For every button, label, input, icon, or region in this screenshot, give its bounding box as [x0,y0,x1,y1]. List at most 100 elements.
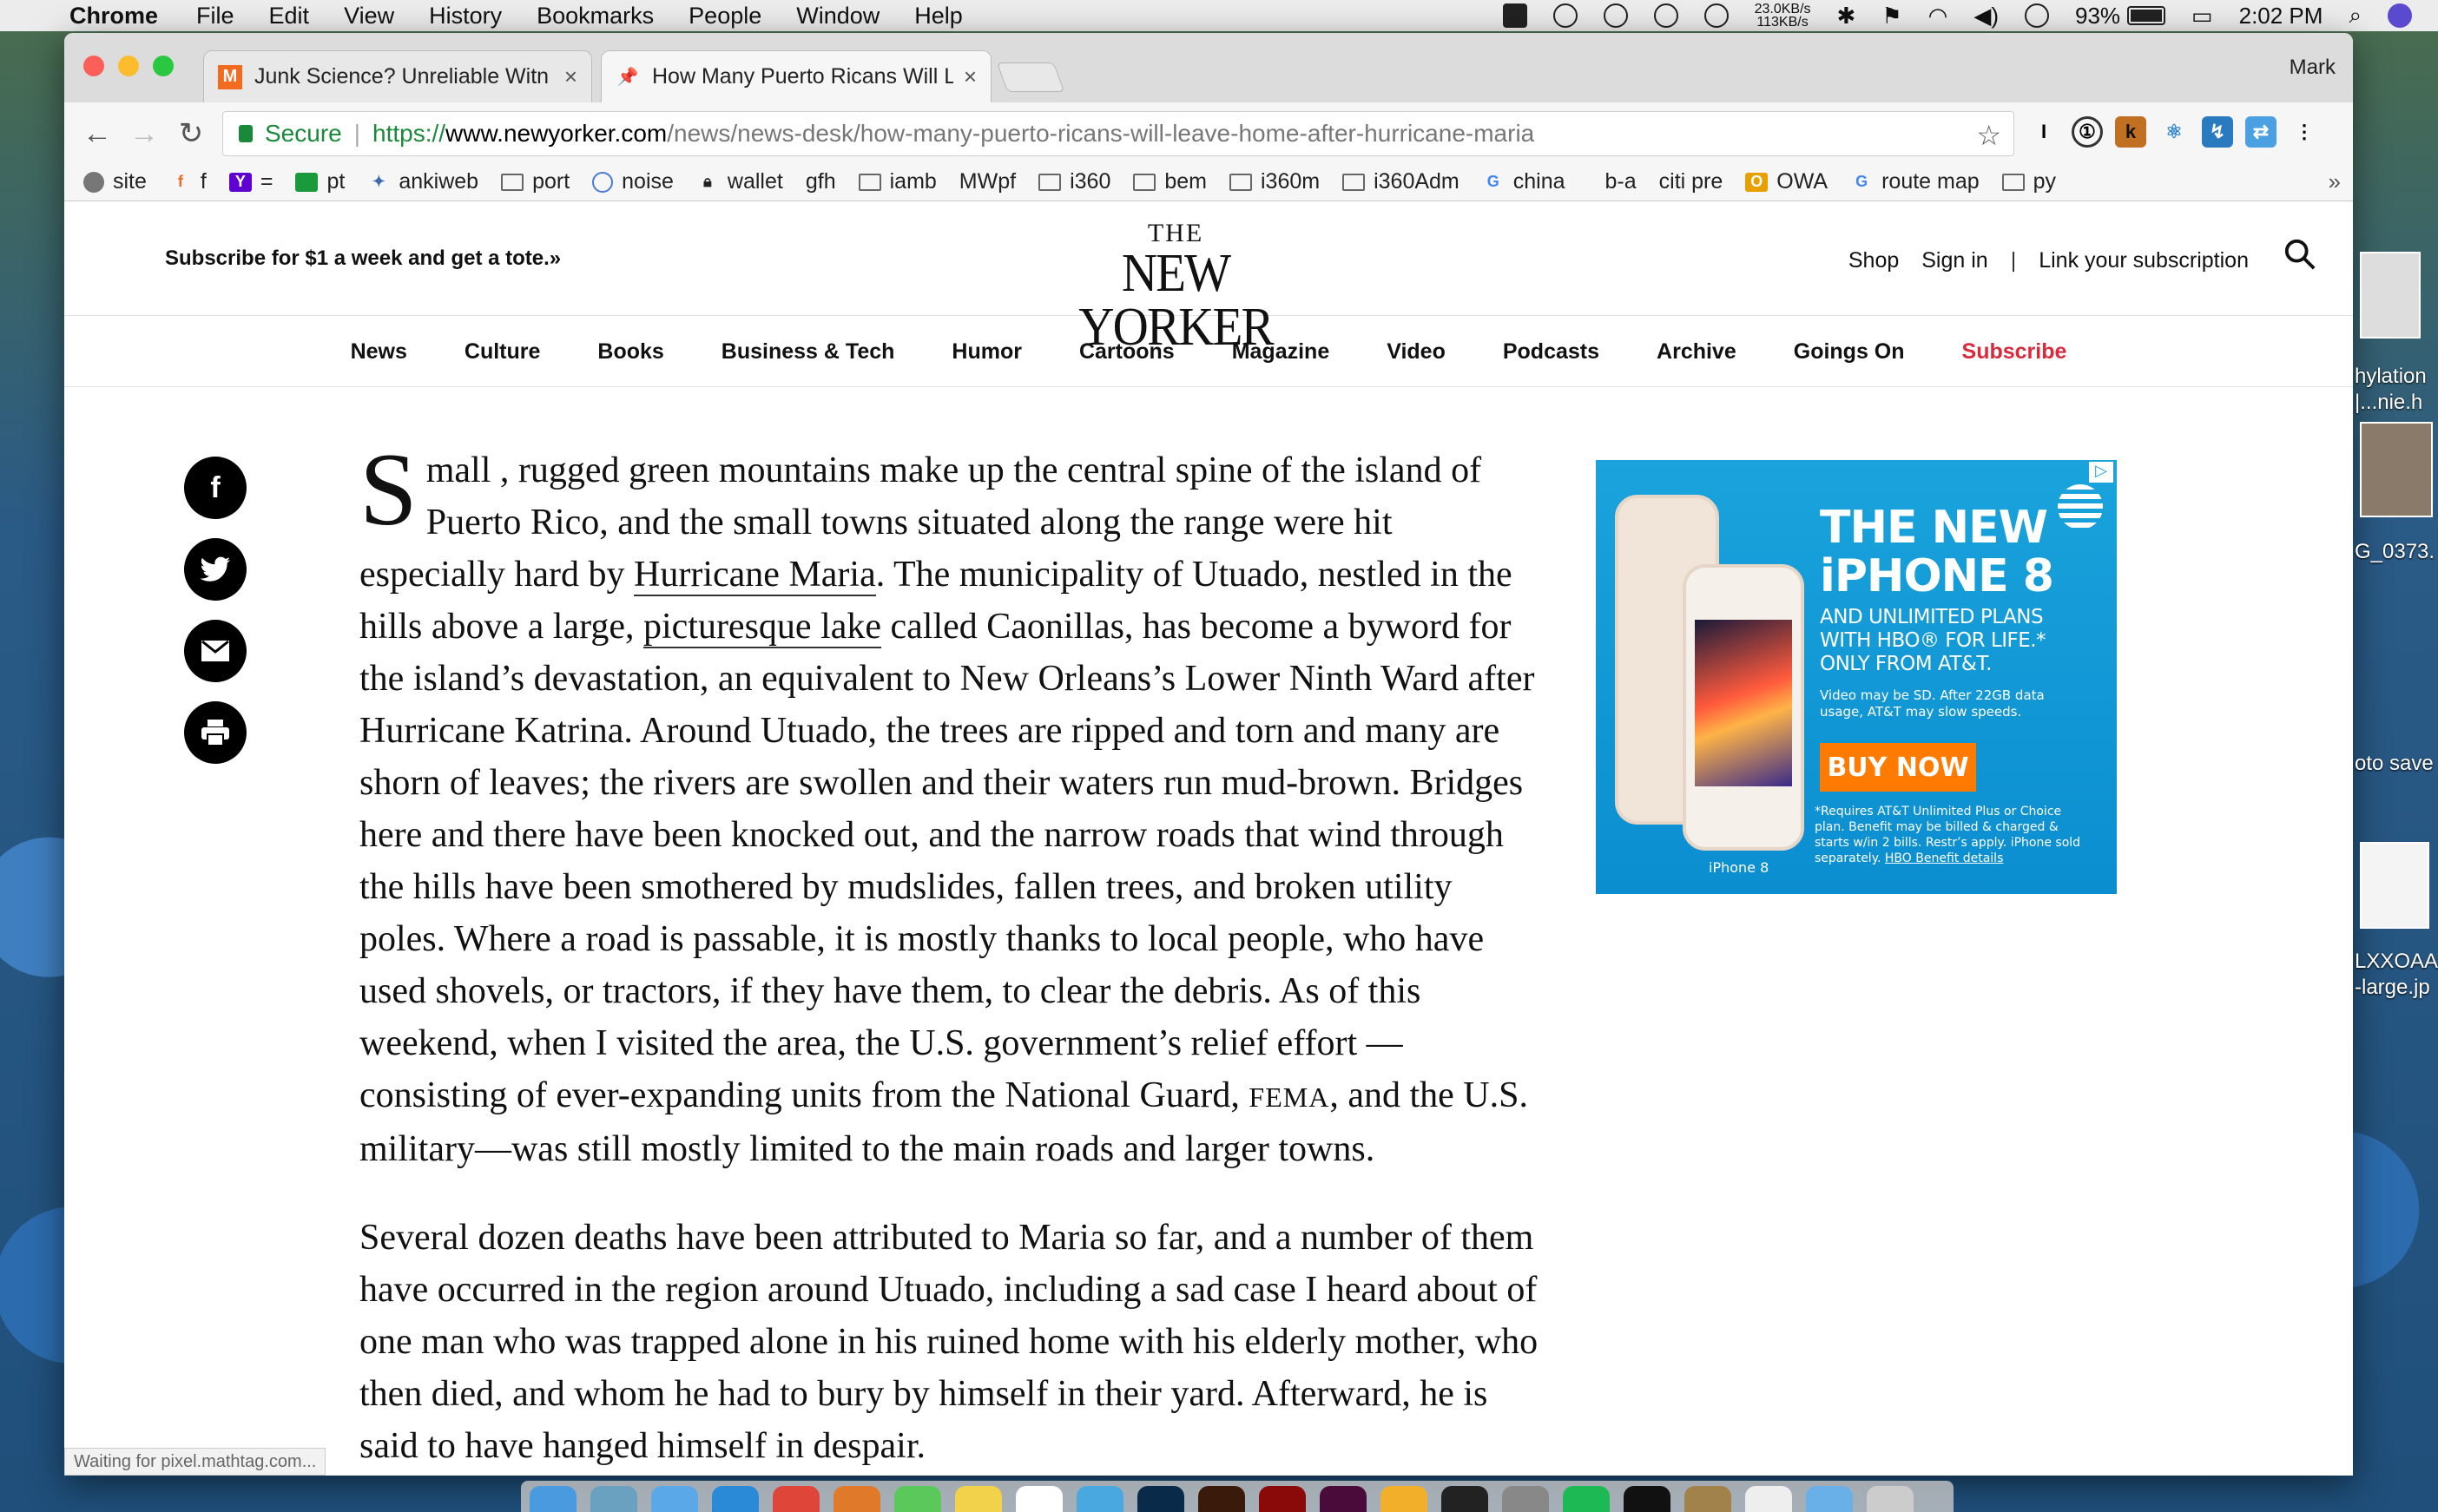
twitter-share-button[interactable] [184,538,247,601]
menu-bookmarks[interactable]: Bookmarks [537,3,654,30]
firefox-icon[interactable] [834,1486,880,1512]
menu-app-name[interactable]: Chrome [69,3,158,30]
volume-icon[interactable]: ◀) [1973,3,1999,30]
time-machine-icon[interactable] [1603,3,1628,28]
trash-icon[interactable] [1867,1486,1914,1512]
close-window-button[interactable] [83,56,104,76]
bookmark-iamb[interactable]: iamb [858,169,937,194]
desktop-label[interactable]: LXXOAA [2355,950,2438,974]
flag-icon[interactable]: ⚑ [1881,3,1901,30]
archive-icon[interactable] [1684,1486,1731,1512]
tab-close-icon[interactable]: × [564,63,577,90]
k-extension-icon[interactable]: k [2115,116,2146,148]
back-button[interactable]: ← [78,115,116,153]
bookmark-site[interactable]: site [83,169,147,194]
email-share-button[interactable] [184,620,247,682]
bookmark-star-icon[interactable]: ☆ [1976,119,2001,152]
tab-junk-science[interactable]: M Junk Science? Unreliable Witn × [203,50,592,102]
nav-video[interactable]: Video [1387,339,1446,365]
react-devtools-icon[interactable]: ⚛ [2158,116,2190,148]
photo-thumbnail[interactable] [2360,422,2433,517]
nav-books[interactable]: Books [597,339,663,365]
link-subscription-link[interactable]: Link your subscription [2039,248,2249,273]
bookmark-i360[interactable]: i360 [1038,169,1110,194]
bookmark-wallet[interactable]: 🔒︎ wallet [696,169,783,194]
hurricane-maria-link[interactable]: Hurricane Maria [634,555,876,596]
terminal-icon[interactable] [1624,1486,1670,1512]
desktop-label[interactable]: hylation [2355,365,2427,389]
bookmark-china[interactable]: Gchina [1482,169,1565,194]
picturesque-lake-link[interactable]: picturesque lake [642,607,882,648]
wifi-icon[interactable]: ◠ [1928,3,1948,30]
bluetooth-icon[interactable]: ✱ [1837,3,1856,30]
chrome-menu-icon[interactable]: ⋮ [2289,116,2320,148]
sync-icon[interactable] [1653,3,1678,28]
unity-icon[interactable] [1441,1486,1488,1512]
mail-icon[interactable] [651,1486,698,1512]
airplay-icon[interactable]: ▭ [2191,3,2213,30]
bookmark-b-a[interactable]: b-a [1605,169,1637,194]
photoshop-icon[interactable] [1137,1486,1184,1512]
siri-icon[interactable] [2388,3,2412,28]
profile-button[interactable]: Mark [2290,56,2336,80]
facebook-share-button[interactable]: f [184,457,247,519]
bookmark-noise[interactable]: noise [592,169,674,194]
bookmark-f[interactable]: ff [169,169,207,194]
bookmark-owa[interactable]: O OWA [1745,169,1828,194]
att-iphone-ad[interactable]: ▷ THE NEW iPHONE 8 AND UNLIMITED PLANS WI… [1596,460,2117,894]
screenflow-icon[interactable] [1502,3,1527,28]
bookmark-pt[interactable]: pt [295,169,345,194]
password-manager-icon[interactable] [1703,3,1729,28]
acrobat-icon[interactable] [1259,1486,1306,1512]
system-preferences-icon[interactable] [1502,1486,1549,1512]
nav-cartoons[interactable]: Cartoons [1079,339,1175,365]
zoom-window-button[interactable] [153,56,174,76]
bookmark-ankiweb[interactable]: ✦ ankiweb [367,169,478,194]
menu-people[interactable]: People [689,3,761,30]
menu-help[interactable]: Help [914,3,963,30]
bookmark-i360adm[interactable]: i360Adm [1342,169,1460,194]
preview-icon[interactable] [590,1486,637,1512]
menu-history[interactable]: History [429,3,502,30]
safari-icon[interactable] [712,1486,759,1512]
app-icon[interactable] [1077,1486,1123,1512]
bookmark-port[interactable]: port [501,169,570,194]
nav-business-tech[interactable]: Business & Tech [722,339,895,365]
bookmark-route-map[interactable]: Groute map [1850,169,1980,194]
nav-podcasts[interactable]: Podcasts [1503,339,1599,365]
calendar-icon[interactable] [1016,1486,1063,1512]
spotify-icon[interactable] [1563,1486,1610,1512]
bookmark-py[interactable]: py [2001,169,2056,194]
illustrator-icon[interactable] [1198,1486,1245,1512]
bookmarks-overflow-icon[interactable]: » [2329,168,2341,195]
reload-button[interactable]: ↻ [172,115,210,153]
nav-subscribe[interactable]: Subscribe [1962,339,2067,365]
nav-magazine[interactable]: Magazine [1232,339,1330,365]
subscribe-promo-link[interactable]: Subscribe for $1 a week and get a tote.» [165,247,561,271]
search-icon[interactable] [2283,238,2316,271]
nav-culture[interactable]: Culture [465,339,541,365]
desktop-label[interactable]: -large.jp [2355,976,2430,1000]
dropbox-icon[interactable] [1552,3,1578,28]
desktop-label[interactable]: |...nie.h [2355,391,2422,415]
menu-view[interactable]: View [344,3,394,30]
forward-button[interactable]: → [125,115,163,153]
tab-close-icon[interactable]: × [964,63,977,90]
html-file-icon[interactable] [2360,252,2421,339]
adchoices-icon[interactable]: ▷ [2089,462,2113,483]
indesign-icon[interactable] [1320,1486,1367,1512]
bookmark-i360m[interactable]: i360m [1229,169,1320,194]
print-button[interactable] [184,701,247,764]
bookmark-bem[interactable]: bem [1133,169,1207,194]
1password-icon[interactable]: ① [2072,116,2103,148]
bookmark-mwpf[interactable]: MWpf [64,169,1016,354]
document-thumbnail[interactable] [2360,842,2429,929]
spotlight-icon[interactable]: ⌕ [2349,2,2362,30]
sketch-icon[interactable] [1380,1486,1427,1512]
extension-2-icon[interactable]: ⇄ [2245,116,2277,148]
chrome-icon[interactable] [773,1486,820,1512]
nav-humor[interactable]: Humor [952,339,1022,365]
document-icon[interactable] [1745,1486,1792,1512]
bookmark-y[interactable]: Y = [228,169,273,194]
desktop-label[interactable]: G_0373. [2355,540,2435,564]
